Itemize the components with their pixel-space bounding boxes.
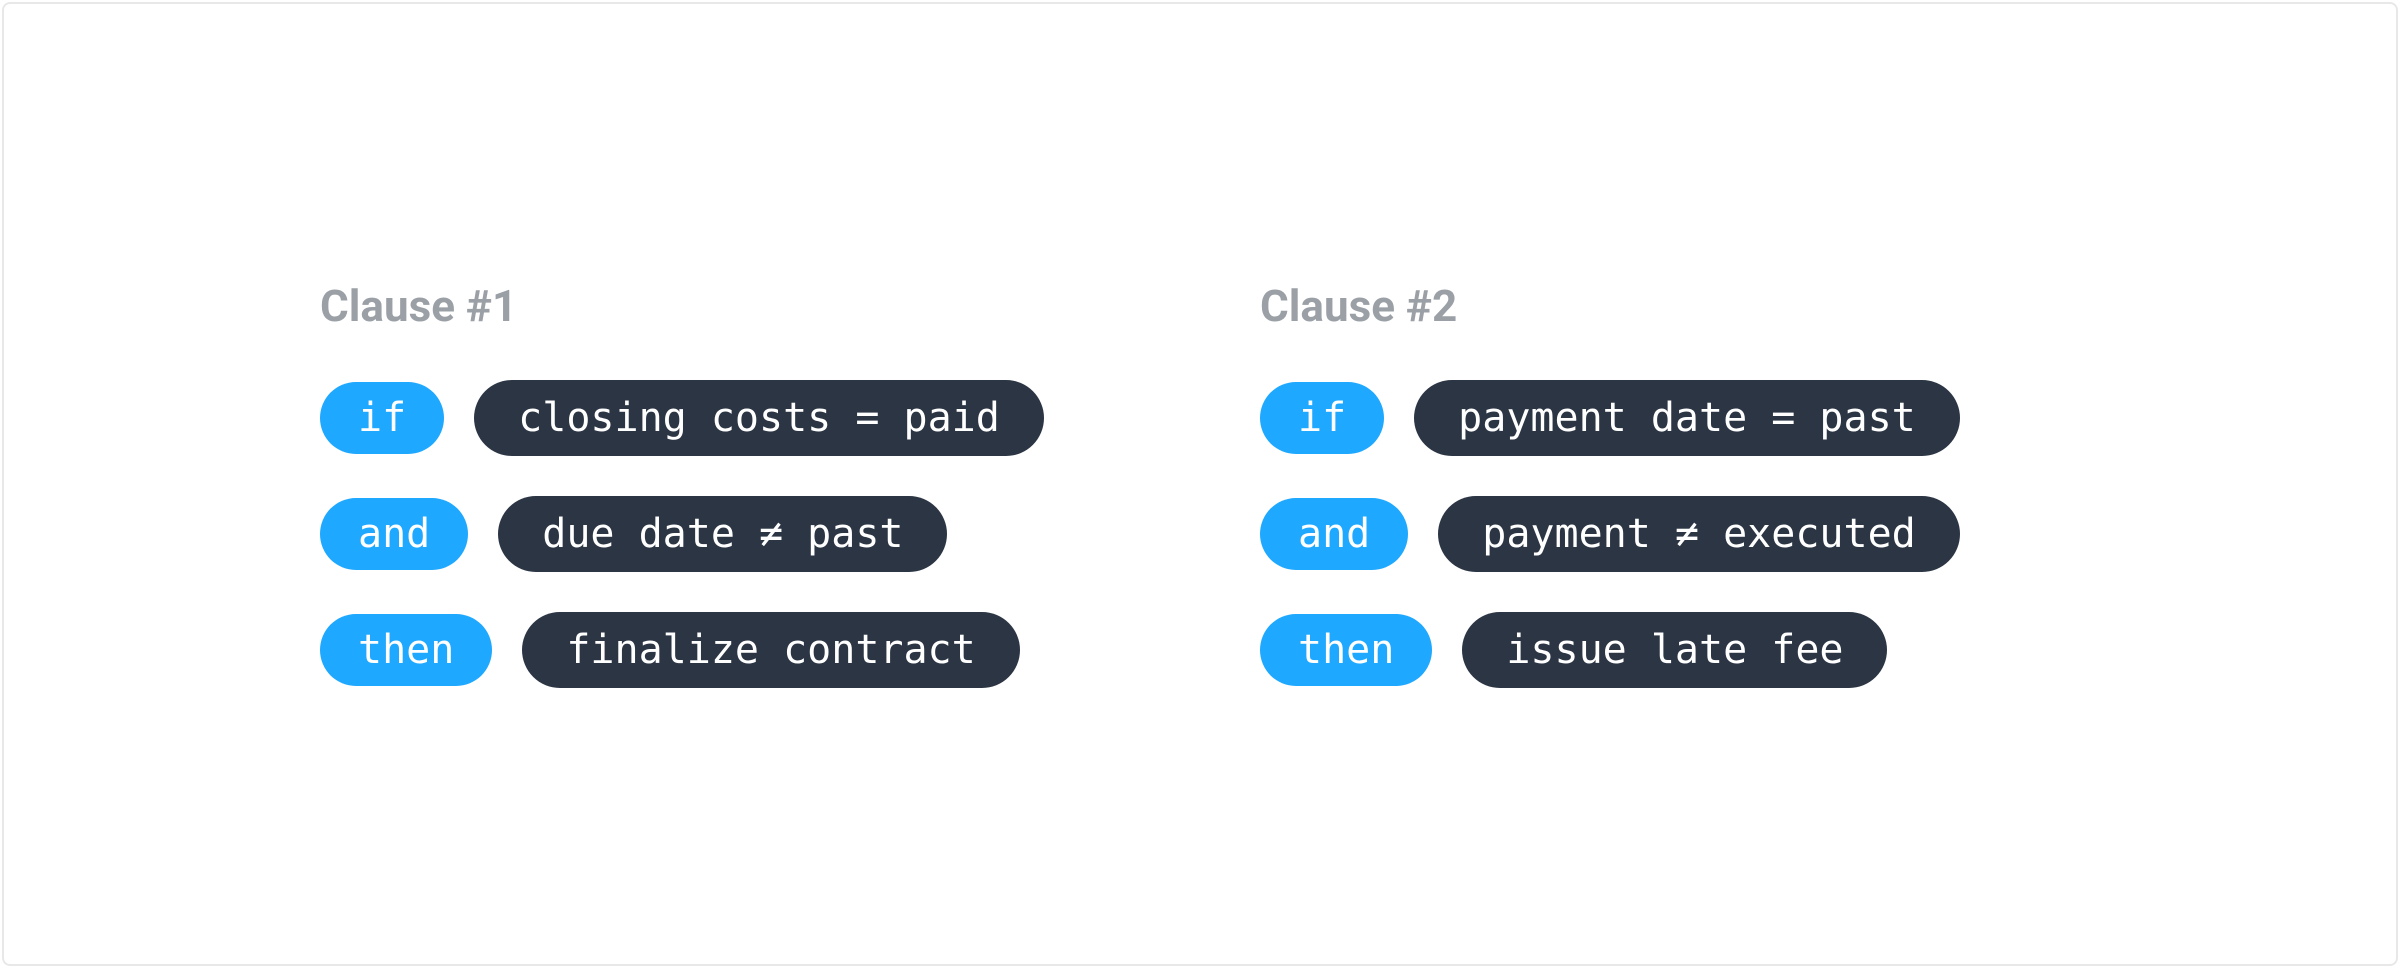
clause-row: and payment ≠ executed: [1260, 496, 2080, 572]
expression-pill: payment ≠ executed: [1438, 496, 1959, 572]
expression-pill: finalize contract: [522, 612, 1019, 688]
keyword-pill: if: [320, 382, 444, 454]
clause-title: Clause #1: [320, 280, 1140, 332]
clause-row: if closing costs = paid: [320, 380, 1140, 456]
expression-pill: issue late fee: [1462, 612, 1887, 688]
clause-row: then issue late fee: [1260, 612, 2080, 688]
expression-pill: closing costs = paid: [474, 380, 1044, 456]
clause-1: Clause #1 if closing costs = paid and du…: [320, 280, 1140, 688]
clause-row: then finalize contract: [320, 612, 1140, 688]
clause-2: Clause #2 if payment date = past and pay…: [1260, 280, 2080, 688]
keyword-pill: and: [1260, 498, 1408, 570]
expression-pill: due date ≠ past: [498, 496, 947, 572]
expression-pill: payment date = past: [1414, 380, 1960, 456]
keyword-pill: then: [320, 614, 492, 686]
clause-row: and due date ≠ past: [320, 496, 1140, 572]
clause-row: if payment date = past: [1260, 380, 2080, 456]
keyword-pill: then: [1260, 614, 1432, 686]
keyword-pill: and: [320, 498, 468, 570]
diagram-frame: Clause #1 if closing costs = paid and du…: [2, 2, 2398, 966]
keyword-pill: if: [1260, 382, 1384, 454]
clause-title: Clause #2: [1260, 280, 2080, 332]
